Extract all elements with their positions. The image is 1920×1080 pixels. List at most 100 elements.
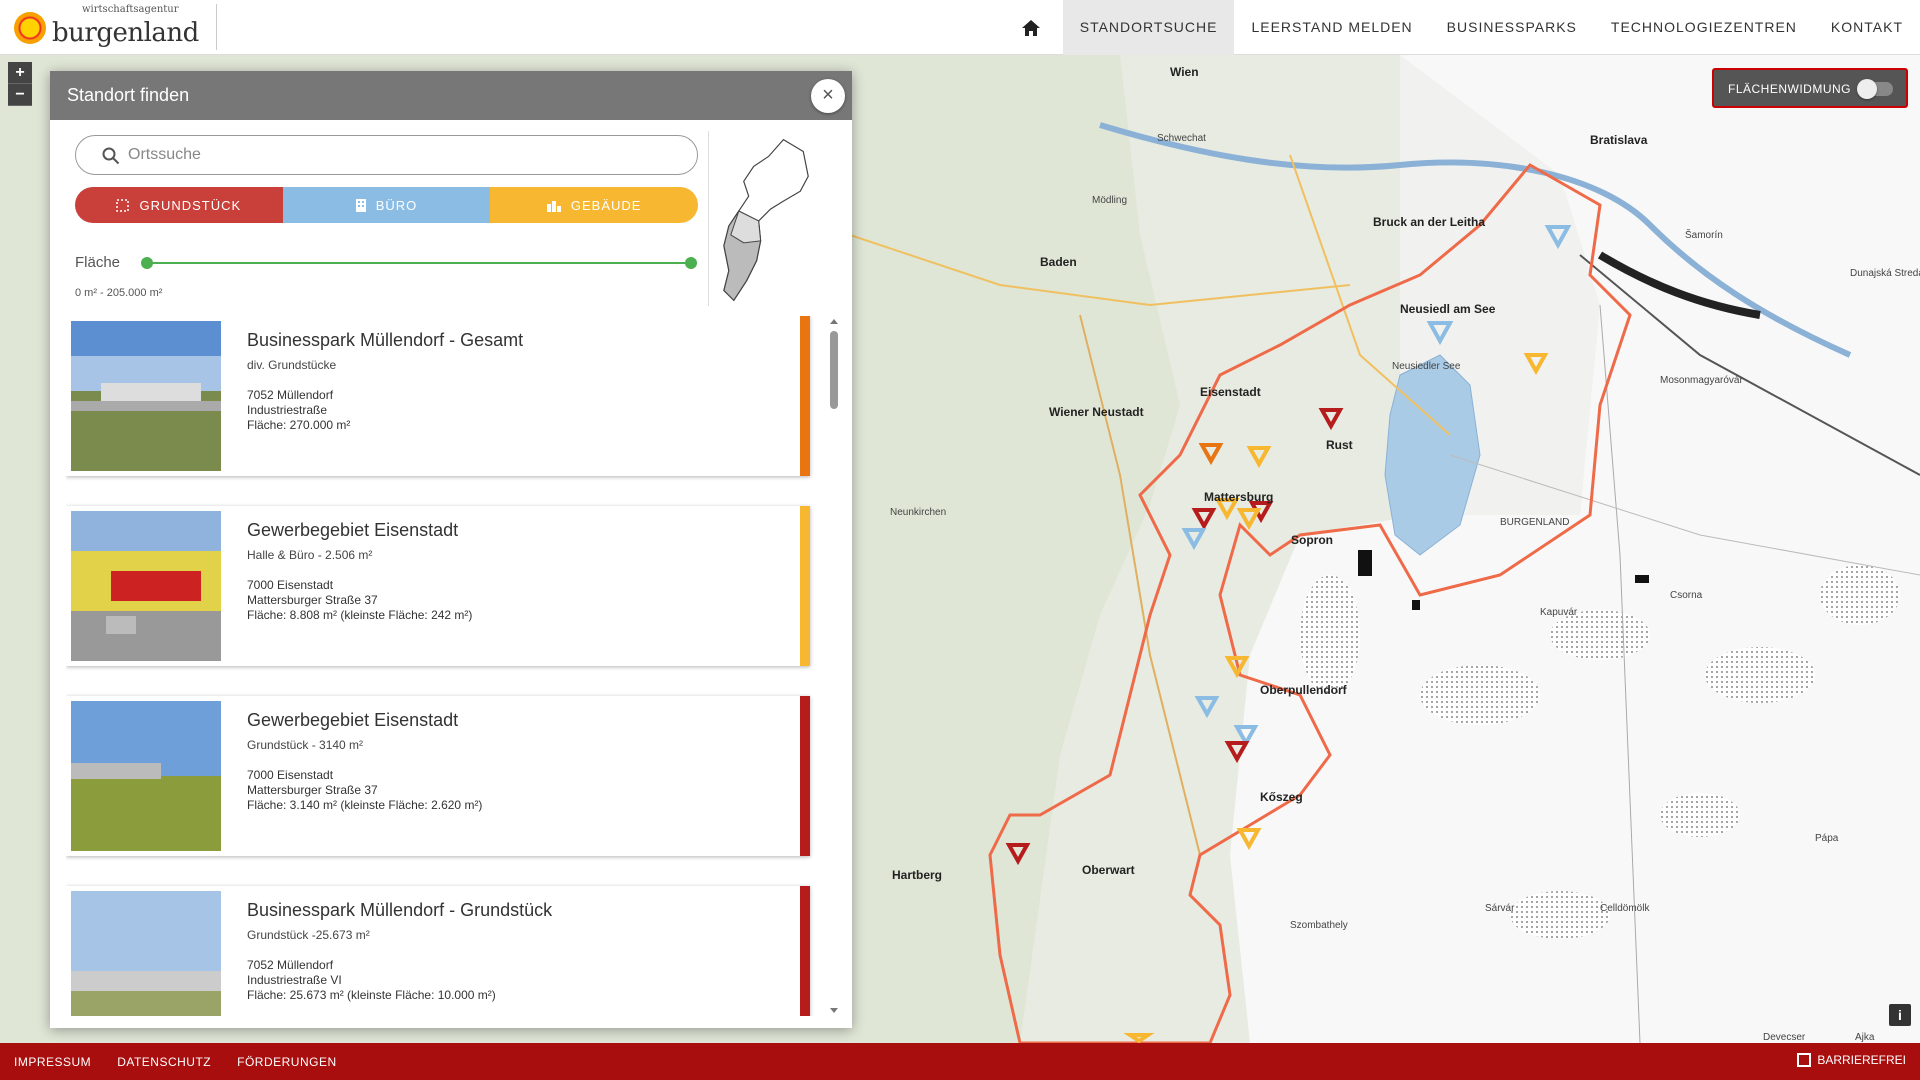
filter-label: BÜRO — [375, 197, 418, 213]
map-label: Ajka — [1855, 1032, 1875, 1043]
close-button[interactable]: × — [811, 79, 845, 113]
nav-kontakt[interactable]: KONTAKT — [1814, 0, 1920, 55]
result-street: Industriestraße — [247, 403, 328, 417]
map-label: Oberpullendorf — [1260, 683, 1347, 697]
result-card[interactable]: Businesspark Müllendorf - Gesamt div. Gr… — [66, 316, 810, 476]
result-city: 7052 Müllendorf — [247, 958, 334, 972]
result-city: 7000 Eisenstadt — [247, 578, 334, 592]
top-header: wirtschaftsagentur burgenland STANDORTSU… — [0, 0, 1920, 55]
barrierefrei-toggle[interactable]: BARRIEREFREI — [1797, 1053, 1906, 1067]
map-label: Mosonmagyaróvár — [1660, 375, 1743, 386]
barrierefrei-label: BARRIEREFREI — [1817, 1053, 1906, 1067]
panel-header: Standort finden × — [50, 71, 852, 120]
result-title: Businesspark Müllendorf - Gesamt — [247, 330, 524, 350]
filter-label: GRUNDSTÜCK — [139, 197, 242, 213]
result-subtitle: div. Grundstücke — [247, 358, 337, 372]
map-label: Mödling — [1092, 195, 1128, 206]
result-title: Gewerbegebiet Eisenstadt — [247, 520, 459, 540]
flaechenwidmung-label: FLÄCHENWIDMUNG — [1728, 82, 1851, 96]
map-label: Mattersburg — [1204, 490, 1274, 504]
map-label: Eisenstadt — [1200, 385, 1261, 399]
result-photo — [71, 511, 221, 661]
area-range: 0 m² - 205.000 m² — [75, 287, 163, 299]
search-input[interactable] — [128, 144, 668, 166]
map-label: Devecser — [1763, 1032, 1806, 1043]
map-label: Sopron — [1291, 533, 1333, 547]
nav-businessparks[interactable]: BUSINESSPARKS — [1430, 0, 1594, 55]
filter-grundstueck-button[interactable]: GRUNDSTÜCK — [75, 187, 283, 223]
map-label: Csorna — [1670, 590, 1703, 601]
result-title: Businesspark Müllendorf - Grundstück — [247, 900, 553, 920]
result-address: 7000 Eisenstadt Mattersburger Straße 37 … — [247, 768, 482, 813]
map-label: Neusiedler See — [1392, 361, 1461, 372]
result-card[interactable]: Gewerbegebiet Eisenstadt Grundstück - 31… — [66, 696, 810, 856]
standort-panel: Standort finden × GRUNDSTÜCK BÜRO GEBÄUD… — [50, 71, 852, 1028]
footer-datenschutz-link[interactable]: DATENSCHUTZ — [117, 1055, 211, 1069]
scroll-up-icon[interactable] — [830, 319, 838, 324]
info-button[interactable]: i — [1889, 1004, 1911, 1026]
scroll-thumb[interactable] — [830, 331, 838, 409]
burgenland-minimap-icon[interactable] — [708, 131, 838, 306]
footer: IMPRESSUM DATENSCHUTZ FÖRDERUNGEN BARRIE… — [0, 1043, 1920, 1080]
footer-impressum-link[interactable]: IMPRESSUM — [14, 1055, 91, 1069]
result-type-bar — [800, 696, 810, 856]
nav-technologiezentren[interactable]: TECHNOLOGIEZENTREN — [1594, 0, 1814, 55]
map-label: Celldömölk — [1600, 903, 1650, 914]
slider-max-handle[interactable] — [685, 257, 697, 269]
zoom-out-button[interactable]: − — [8, 84, 32, 106]
map-label: Sárvár — [1485, 903, 1515, 914]
result-card[interactable]: Businesspark Müllendorf - Grundstück Gru… — [66, 886, 810, 1016]
filter-buero-button[interactable]: BÜRO — [282, 187, 491, 223]
map-label: Schwechat — [1157, 133, 1206, 144]
area-slider[interactable] — [141, 257, 697, 269]
type-filter: GRUNDSTÜCK BÜRO GEBÄUDE — [75, 187, 698, 223]
nav-standortsuche[interactable]: STANDORTSUCHE — [1062, 0, 1235, 55]
map-label: Neunkirchen — [890, 507, 947, 518]
result-area: Fläche: 3.140 m² (kleinste Fläche: 2.620… — [247, 798, 483, 812]
slider-min-handle[interactable] — [141, 257, 153, 269]
result-photo — [71, 701, 221, 851]
scroll-down-icon[interactable] — [830, 1008, 838, 1013]
map-label: Bratislava — [1590, 133, 1648, 147]
search-box[interactable] — [75, 135, 698, 175]
result-photo — [71, 321, 221, 471]
result-address: 7000 Eisenstadt Mattersburger Straße 37 … — [247, 578, 472, 623]
filter-gebaeude-button[interactable]: GEBÄUDE — [490, 187, 698, 223]
logo[interactable]: wirtschaftsagentur burgenland — [12, 4, 217, 50]
main-nav: STANDORTSUCHE LEERSTAND MELDEN BUSINESSP… — [999, 0, 1920, 55]
area-label: Fläche — [75, 254, 121, 271]
map-label: BURGENLAND — [1500, 517, 1570, 528]
result-type-bar — [800, 886, 810, 1016]
map-label: Kapuvár — [1540, 607, 1578, 618]
results-list[interactable]: Businesspark Müllendorf - Gesamt div. Gr… — [66, 316, 826, 1016]
result-area: Fläche: 25.673 m² (kleinste Fläche: 10.0… — [247, 988, 496, 1002]
map-label: Kőszeg — [1260, 790, 1303, 804]
logo-title: burgenland — [52, 18, 199, 48]
map-label: Hartberg — [892, 868, 943, 882]
search-icon — [102, 147, 120, 165]
result-street: Industriestraße VI — [247, 973, 342, 987]
nav-home[interactable] — [999, 0, 1063, 55]
result-area: Fläche: 270.000 m² — [247, 418, 351, 432]
filter-label: GEBÄUDE — [570, 197, 642, 213]
toggle-switch[interactable] — [1857, 79, 1893, 99]
map-label: Rust — [1326, 438, 1353, 452]
office-icon — [355, 198, 366, 212]
map-label: Pápa — [1815, 833, 1839, 844]
result-street: Mattersburger Straße 37 — [247, 593, 378, 607]
barrierefrei-checkbox[interactable] — [1797, 1053, 1812, 1067]
zoom-in-button[interactable]: + — [8, 62, 32, 84]
plot-icon — [116, 198, 130, 212]
result-city: 7052 Müllendorf — [247, 388, 334, 402]
nav-leerstand-melden[interactable]: LEERSTAND MELDEN — [1234, 0, 1429, 55]
result-type-bar — [800, 506, 810, 666]
flaechenwidmung-toggle[interactable]: FLÄCHENWIDMUNG — [1712, 68, 1908, 108]
footer-links: IMPRESSUM DATENSCHUTZ FÖRDERUNGEN — [14, 1055, 337, 1069]
map-label: Oberwart — [1082, 863, 1135, 877]
result-subtitle: Grundstück - 3140 m² — [247, 738, 364, 752]
result-card[interactable]: Gewerbegebiet Eisenstadt Halle & Büro - … — [66, 506, 810, 666]
map-label: Baden — [1040, 255, 1077, 269]
building-icon — [546, 200, 561, 212]
results-scrollbar[interactable] — [828, 316, 840, 1016]
footer-foerderungen-link[interactable]: FÖRDERUNGEN — [237, 1055, 337, 1069]
